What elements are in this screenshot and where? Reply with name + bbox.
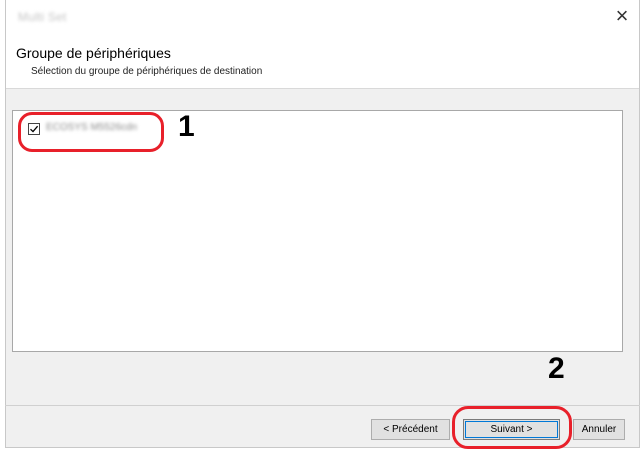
- title-bar: Multi Set ×: [6, 0, 639, 34]
- wizard-header: Groupe de périphériques Sélection du gro…: [6, 34, 639, 89]
- page-title: Groupe de périphériques: [16, 45, 171, 61]
- previous-button[interactable]: < Précédent: [371, 419, 450, 440]
- page-subtitle: Sélection du groupe de périphériques de …: [31, 66, 263, 77]
- step-callout-2: 2: [548, 352, 565, 385]
- window-title: Multi Set: [18, 10, 67, 24]
- highlight-ring-step1: [18, 112, 164, 152]
- step-callout-1: 1: [178, 110, 195, 143]
- cancel-button[interactable]: Annuler: [573, 419, 625, 440]
- highlight-ring-step2: [452, 406, 572, 449]
- close-button[interactable]: ×: [605, 2, 639, 32]
- close-icon: ×: [615, 3, 629, 28]
